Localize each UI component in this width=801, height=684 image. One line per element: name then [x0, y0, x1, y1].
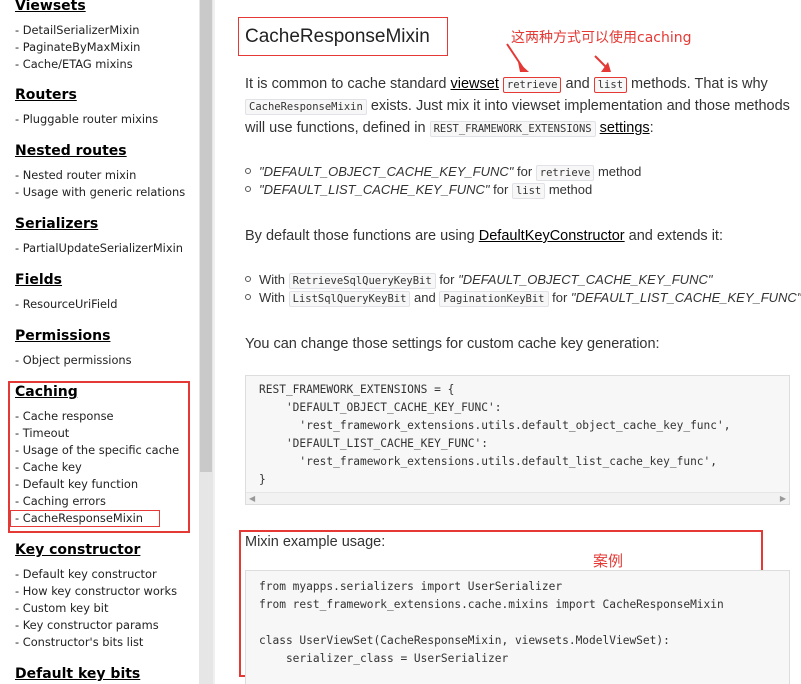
settings-code-block: REST_FRAMEWORK_EXTENSIONS = { 'DEFAULT_O…	[245, 375, 790, 505]
arrow-to-retrieve-icon	[506, 43, 529, 72]
scroll-left-icon[interactable]: ◀	[249, 494, 255, 503]
main-content: CacheResponseMixin 这两种方式可以使用caching It i…	[215, 0, 801, 684]
code-horizontal-scrollbar[interactable]: ◀ ▶	[246, 492, 789, 504]
page-title: CacheResponseMixin	[245, 26, 430, 47]
nav-item-partialupdateserializermixin[interactable]: - PartialUpdateSerializerMixin	[15, 240, 183, 257]
nav-section-routers: Routers - Pluggable router mixins	[15, 87, 158, 128]
sidebar-scrollbar-thumb[interactable]	[200, 0, 212, 472]
intro-paragraph-line2: CacheResponseMixin exists. Just mix it i…	[245, 95, 790, 118]
scroll-right-icon[interactable]: ▶	[780, 494, 786, 503]
intro-paragraph-line3: will use functions, defined in REST_FRAM…	[245, 120, 654, 137]
code-line: }	[259, 473, 266, 486]
nav-section-key-constructor: Key constructor - Default key constructo…	[15, 542, 177, 651]
nav-item-key-constructor-params[interactable]: - Key constructor params	[15, 617, 177, 634]
nav-heading-routers[interactable]: Routers	[15, 87, 158, 104]
annotation-example-label: 案例	[593, 552, 624, 570]
code-line: class UserViewSet(CacheResponseMixin, vi…	[259, 634, 670, 647]
nav-section-nested-routes: Nested routes - Nested router mixin - Us…	[15, 143, 185, 201]
settings-link[interactable]: settings	[600, 120, 650, 136]
nav-item-default-key-constructor[interactable]: - Default key constructor	[15, 566, 177, 583]
nav-item-usage-generic-relations[interactable]: - Usage with generic relations	[15, 184, 185, 201]
code-line: 'DEFAULT_LIST_CACHE_KEY_FUNC':	[259, 437, 489, 450]
nav-item-constructors-bits-list[interactable]: - Constructor's bits list	[15, 634, 177, 651]
code-line: REST_FRAMEWORK_EXTENSIONS = {	[259, 383, 455, 396]
nav-heading-serializers[interactable]: Serializers	[15, 216, 183, 233]
list-item: "DEFAULT_LIST_CACHE_KEY_FUNC" for list m…	[245, 181, 592, 200]
nav-item-pluggable-router-mixins[interactable]: - Pluggable router mixins	[15, 111, 158, 128]
nav-heading-fields[interactable]: Fields	[15, 272, 117, 289]
nav-item-custom-key-bit[interactable]: - Custom key bit	[15, 600, 177, 617]
defaults-paragraph: By default those functions are using Def…	[245, 228, 723, 244]
example-code-block: from myapps.serializers import UserSeria…	[245, 570, 790, 684]
nav-item-paginatebymaxmixin[interactable]: - PaginateByMaxMixin	[15, 39, 140, 56]
list-item: "DEFAULT_OBJECT_CACHE_KEY_FUNC" for retr…	[245, 163, 641, 182]
nav-heading-viewsets[interactable]: Viewsets	[15, 0, 140, 15]
nav-item-object-permissions[interactable]: - Object permissions	[15, 352, 132, 369]
nav-heading-permissions[interactable]: Permissions	[15, 328, 132, 345]
list-item: With ListSqlQueryKeyBit and PaginationKe…	[245, 289, 801, 308]
nav-item-cache-etag-mixins[interactable]: - Cache/ETAG mixins	[15, 56, 140, 73]
nav-item-nested-router-mixin[interactable]: - Nested router mixin	[15, 167, 185, 184]
nav-section-default-key-bits: Default key bits	[15, 666, 140, 683]
code-line: 'rest_framework_extensions.utils.default…	[259, 455, 718, 468]
nav-heading-nested-routes[interactable]: Nested routes	[15, 143, 185, 160]
nav-section-fields: Fields - ResourceUriField	[15, 272, 117, 313]
arrow-to-list-icon	[594, 55, 611, 72]
annotation-caching-note: 这两种方式可以使用caching	[511, 30, 692, 46]
cacheresponsemixin-highlight	[10, 510, 160, 527]
code-rest-framework-extensions: REST_FRAMEWORK_EXTENSIONS	[429, 121, 596, 137]
code-line: from rest_framework_extensions.cache.mix…	[259, 598, 724, 611]
nav-item-how-key-constructor-works[interactable]: - How key constructor works	[15, 583, 177, 600]
code-cacheresponsemixin: CacheResponseMixin	[245, 99, 367, 115]
code-list: list	[593, 77, 628, 93]
mixin-example-label: Mixin example usage:	[245, 534, 386, 550]
nav-section-serializers: Serializers - PartialUpdateSerializerMix…	[15, 216, 183, 257]
list-item: With RetrieveSqlQueryKeyBit for "DEFAULT…	[245, 271, 712, 290]
code-line: 'DEFAULT_OBJECT_CACHE_KEY_FUNC':	[259, 401, 502, 414]
nav-heading-key-constructor[interactable]: Key constructor	[15, 542, 177, 559]
nav-section-permissions: Permissions - Object permissions	[15, 328, 132, 369]
code-line: serializer_class = UserSerializer	[259, 652, 509, 665]
nav-item-detailserializermixin[interactable]: - DetailSerializerMixin	[15, 22, 140, 39]
code-retrieve: retrieve	[502, 77, 562, 93]
sidebar-nav: Viewsets - DetailSerializerMixin - Pagin…	[0, 0, 199, 684]
intro-paragraph-line1: It is common to cache standard viewset r…	[245, 76, 768, 93]
nav-section-viewsets: Viewsets - DetailSerializerMixin - Pagin…	[15, 0, 140, 73]
nav-heading-default-key-bits[interactable]: Default key bits	[15, 666, 140, 683]
defaultkeyconstructor-link[interactable]: DefaultKeyConstructor	[479, 228, 625, 244]
nav-item-resourceurifield[interactable]: - ResourceUriField	[15, 296, 117, 313]
change-settings-paragraph: You can change those settings for custom…	[245, 336, 660, 352]
code-line: 'rest_framework_extensions.utils.default…	[259, 419, 731, 432]
code-line: from myapps.serializers import UserSeria…	[259, 580, 563, 593]
viewset-link[interactable]: viewset	[451, 76, 499, 92]
